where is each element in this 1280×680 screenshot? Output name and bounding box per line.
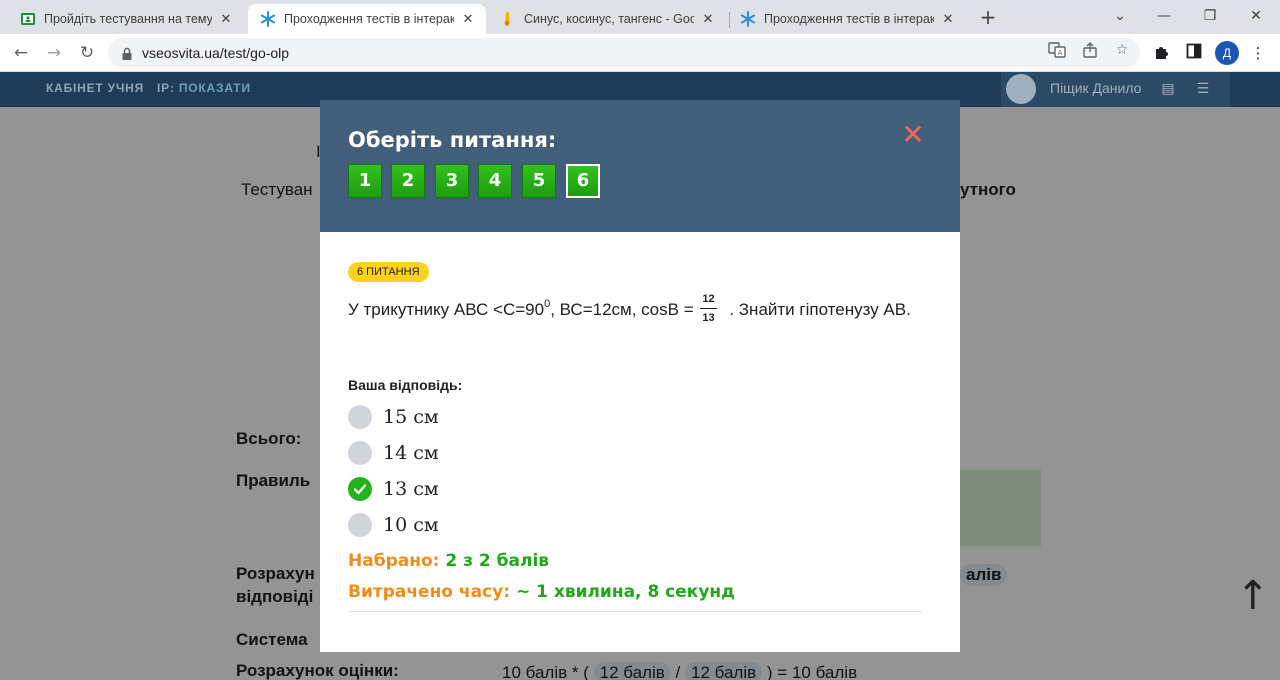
question-nav-1[interactable]: 1 [348, 164, 382, 198]
vseosvita-icon [740, 11, 756, 27]
restore-icon[interactable]: ❐ [1198, 6, 1222, 26]
vseosvita-icon [260, 11, 276, 27]
lock-icon [120, 46, 134, 60]
scroll-top-arrow-icon[interactable]: ↑ [1236, 572, 1270, 620]
tab-search-icon[interactable]: ⌄ [1108, 6, 1132, 26]
ip-info: IP: ПОКАЗАТИ [157, 81, 251, 95]
question-fraction: 12 13 [700, 293, 717, 325]
browser-tab-4[interactable]: Проходження тестів в інтеракти ✕ [728, 4, 966, 34]
score-label: Набрано: [348, 551, 440, 571]
divider [348, 611, 922, 612]
close-tab-icon[interactable]: ✕ [218, 12, 234, 27]
answer-option-label: 10 см [383, 514, 439, 536]
answer-option-label: 13 см [383, 478, 439, 500]
url-text: vseosvita.ua/test/go-olp [142, 45, 290, 61]
user-name[interactable]: Піщик Данило [1050, 80, 1141, 96]
browser-menu-icon[interactable]: ⋮ [1248, 43, 1268, 63]
svg-text:A: A [1058, 49, 1063, 57]
radio-button[interactable] [348, 513, 372, 537]
question-part: , ВС=12см, cosB = [550, 300, 694, 319]
new-tab-icon[interactable]: + [978, 6, 998, 28]
close-tab-icon[interactable]: ✕ [940, 12, 956, 27]
modal-body: 6 ПИТАННЯ У трикутнику АВС <С=900, ВС=12… [320, 232, 960, 652]
side-panel-icon[interactable] [1184, 43, 1204, 63]
cabinet-link[interactable]: КАБІНЕТ УЧНЯ [46, 81, 144, 95]
back-icon[interactable]: ← [10, 42, 32, 64]
question-text: У трикутнику АВС <С=900, ВС=12см, cosB =… [348, 292, 938, 328]
browser-tab-title: Синус, косинус, тангенс - Googl [524, 12, 694, 26]
ip-label: IP: [157, 81, 175, 95]
modal-header: Оберіть питання: ✕ 1 2 3 4 5 6 [320, 100, 960, 232]
score-value: 2 з 2 балів [445, 551, 550, 571]
extensions-icon[interactable] [1152, 43, 1172, 63]
forward-icon[interactable]: → [43, 42, 65, 64]
close-tab-icon[interactable]: ✕ [460, 12, 476, 27]
answer-label: Ваша відповідь: [348, 377, 463, 393]
reload-icon[interactable]: ↻ [76, 42, 98, 64]
google-search-icon [500, 11, 516, 27]
browser-tab-title: Пройдіть тестування на тему: Си [44, 12, 212, 26]
answer-option-label: 15 см [383, 406, 439, 428]
time-value: ~ 1 хвилина, 8 секунд [515, 582, 735, 602]
answer-option-4[interactable]: 10 см [348, 512, 439, 538]
messages-icon[interactable]: ▤ [1158, 79, 1178, 99]
bookmark-star-icon[interactable]: ☆ [1113, 41, 1131, 59]
close-tab-icon[interactable]: ✕ [700, 12, 716, 27]
answer-option-2[interactable]: 14 см [348, 440, 439, 466]
profile-avatar[interactable]: Д [1215, 41, 1239, 65]
answer-option-3[interactable]: 13 см [348, 476, 439, 502]
browser-tab-2[interactable]: Проходження тестів в інтеракти ✕ [248, 4, 486, 34]
question-nav-2[interactable]: 2 [391, 164, 425, 198]
answer-option-label: 14 см [383, 442, 439, 464]
address-bar[interactable]: vseosvita.ua/test/go-olp [108, 38, 1140, 68]
question-part: . Знайти гіпотенузу АВ. [729, 300, 911, 319]
user-avatar[interactable] [1006, 74, 1036, 104]
browser-tab-title: Проходження тестів в інтеракти [284, 12, 454, 26]
close-icon[interactable]: ✕ [900, 120, 926, 150]
question-select-modal: Оберіть питання: ✕ 1 2 3 4 5 6 6 ПИТАННЯ… [320, 100, 960, 652]
question-nav-5[interactable]: 5 [522, 164, 556, 198]
question-number-badge: 6 ПИТАННЯ [348, 262, 429, 282]
menu-icon[interactable]: ☰ [1193, 79, 1213, 99]
radio-button[interactable] [348, 441, 372, 465]
score-line: Набрано: 2 з 2 балів [348, 551, 549, 571]
browser-tab-bar: Пройдіть тестування на тему: Си ✕ Проход… [0, 0, 1280, 34]
minimize-icon[interactable]: — [1152, 6, 1176, 26]
share-icon[interactable] [1081, 41, 1099, 59]
window-close-icon[interactable]: ✕ [1244, 6, 1268, 26]
classroom-icon [20, 11, 36, 27]
time-line: Витрачено часу: ~ 1 хвилина, 8 секунд [348, 582, 735, 602]
browser-toolbar: ← → ↻ vseosvita.ua/test/go-olp A ☆ Д ⋮ [0, 34, 1280, 72]
modal-title: Оберіть питання: [348, 128, 557, 152]
question-nav-6[interactable]: 6 [566, 164, 600, 198]
question-part: У трикутнику АВС <С=90 [348, 300, 545, 319]
question-nav-4[interactable]: 4 [478, 164, 512, 198]
question-nav-3[interactable]: 3 [435, 164, 469, 198]
translate-icon[interactable]: A [1048, 41, 1066, 59]
browser-tab-3[interactable]: Синус, косинус, тангенс - Googl ✕ [488, 4, 726, 34]
checkmark-icon[interactable] [348, 477, 372, 501]
fraction-numerator: 12 [700, 293, 717, 309]
browser-tab-title: Проходження тестів в інтеракти [764, 12, 934, 26]
radio-button[interactable] [348, 405, 372, 429]
ip-show-link[interactable]: ПОКАЗАТИ [179, 81, 251, 95]
fraction-denominator: 13 [702, 311, 715, 324]
time-label: Витрачено часу: [348, 582, 511, 602]
browser-tab-1[interactable]: Пройдіть тестування на тему: Си ✕ [8, 4, 244, 34]
answer-option-1[interactable]: 15 см [348, 404, 439, 430]
